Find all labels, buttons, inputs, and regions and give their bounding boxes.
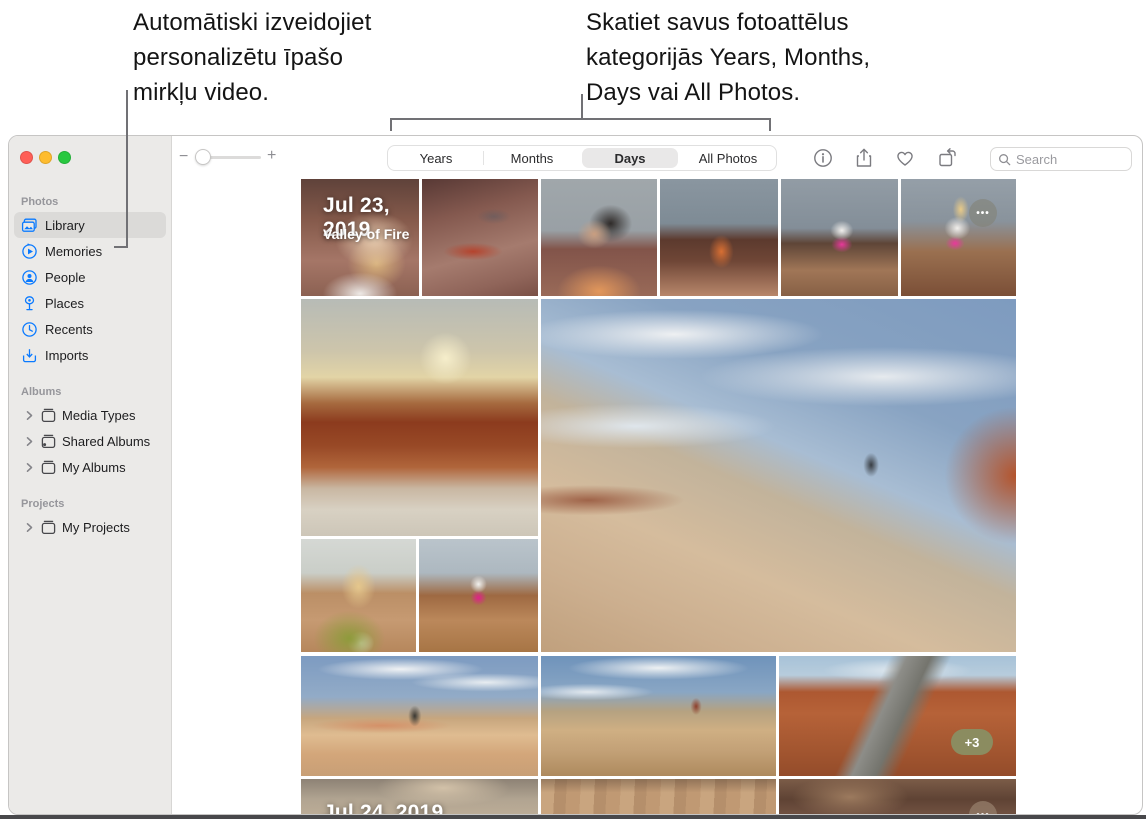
thumbnail-size-slider-knob[interactable] <box>195 149 211 165</box>
sidebar-section-albums: Albums <box>9 382 171 402</box>
sidebar-item-library[interactable]: Library <box>14 212 166 238</box>
views-callout-bracket <box>390 118 771 120</box>
sidebar-item-label: Library <box>45 218 85 233</box>
photo-thumbnail[interactable] <box>301 299 538 536</box>
sidebar-item-recents[interactable]: Recents <box>14 316 166 342</box>
search-icon <box>998 153 1011 166</box>
search-field[interactable] <box>990 147 1132 171</box>
sidebar: Photos Library Memories People <box>9 136 172 814</box>
search-input[interactable] <box>1016 152 1124 167</box>
overflow-count-badge[interactable]: +3 <box>951 729 993 755</box>
photo-thumbnail[interactable] <box>779 656 1016 776</box>
chevron-right-icon[interactable] <box>24 436 35 447</box>
photos-library-icon <box>21 217 38 234</box>
sidebar-item-memories[interactable]: Memories <box>14 238 166 264</box>
memories-icon <box>21 243 38 260</box>
sidebar-item-imports[interactable]: Imports <box>14 342 166 368</box>
sidebar-item-label: Memories <box>45 244 102 259</box>
photo-thumbnail[interactable]: Jul 24, 2019 <box>301 779 538 815</box>
recents-icon <box>21 321 38 338</box>
sidebar-item-label: My Albums <box>62 460 126 475</box>
photo-thumbnail[interactable]: Jul 23, 2019 Valley of Fire <box>301 179 419 296</box>
album-icon <box>40 519 57 536</box>
sidebar-section-projects: Projects <box>9 494 171 514</box>
sidebar-item-label: Places <box>45 296 84 311</box>
sidebar-item-places[interactable]: Places <box>14 290 166 316</box>
zoom-out-label[interactable]: − <box>179 148 188 166</box>
memories-annotation: Automātiski izveidojiet personalizētu īp… <box>133 5 473 110</box>
album-icon <box>40 459 57 476</box>
sidebar-item-my-albums[interactable]: My Albums <box>14 454 166 480</box>
photo-thumbnail[interactable] <box>901 179 1016 296</box>
sidebar-item-media-types[interactable]: Media Types <box>14 402 166 428</box>
places-icon <box>21 295 38 312</box>
day-group-location: Valley of Fire <box>323 226 409 242</box>
photo-thumbnail[interactable] <box>422 179 538 296</box>
photo-thumbnail[interactable] <box>541 299 1016 652</box>
views-callout-bracket-right <box>769 118 771 131</box>
close-button[interactable] <box>20 151 33 164</box>
sidebar-item-shared-albums[interactable]: Shared Albums <box>14 428 166 454</box>
info-icon[interactable] <box>812 147 834 169</box>
chevron-right-icon[interactable] <box>24 462 35 473</box>
sidebar-item-people[interactable]: People <box>14 264 166 290</box>
photo-thumbnail[interactable] <box>541 779 776 815</box>
views-annotation: Skatiet savus fotoattēlus kategorijās Ye… <box>586 5 946 110</box>
day-group-date: Jul 24, 2019 <box>323 801 443 815</box>
photos-app-window: Photos Library Memories People <box>8 135 1143 815</box>
photo-thumbnail[interactable] <box>541 656 776 776</box>
zoom-in-label[interactable]: + <box>267 147 276 165</box>
favorite-icon[interactable] <box>894 147 916 169</box>
photo-thumbnail[interactable] <box>419 539 538 652</box>
more-options-button[interactable]: ••• <box>969 199 997 227</box>
views-callout-bracket-left <box>390 118 392 131</box>
view-segmented-control: Years Months Days All Photos <box>387 145 777 171</box>
screenshot-page: Automātiski izveidojiet personalizētu īp… <box>0 0 1146 819</box>
minimize-button[interactable] <box>39 151 52 164</box>
tab-months[interactable]: Months <box>484 146 580 170</box>
sidebar-item-label: People <box>45 270 85 285</box>
shared-album-icon <box>40 433 57 450</box>
chevron-right-icon[interactable] <box>24 522 35 533</box>
sidebar-item-label: My Projects <box>62 520 130 535</box>
photo-thumbnail[interactable] <box>301 656 538 776</box>
share-icon[interactable] <box>853 147 875 169</box>
sidebar-item-label: Shared Albums <box>62 434 150 449</box>
memories-callout-line <box>126 90 128 248</box>
memories-callout-tick <box>114 246 127 248</box>
tab-days[interactable]: Days <box>582 148 678 168</box>
photo-thumbnail[interactable] <box>541 179 657 296</box>
tab-years[interactable]: Years <box>388 146 484 170</box>
sidebar-item-label: Recents <box>45 322 93 337</box>
zoom-window-button[interactable] <box>58 151 71 164</box>
photo-thumbnail[interactable] <box>660 179 778 296</box>
sidebar-item-my-projects[interactable]: My Projects <box>14 514 166 540</box>
photo-thumbnail[interactable] <box>781 179 898 296</box>
album-icon <box>40 407 57 424</box>
chevron-right-icon[interactable] <box>24 410 35 421</box>
photo-thumbnail[interactable] <box>301 539 416 652</box>
sidebar-item-label: Media Types <box>62 408 135 423</box>
tab-all-photos[interactable]: All Photos <box>680 146 776 170</box>
views-callout-stem <box>581 94 583 119</box>
sidebar-section-photos: Photos <box>9 192 171 212</box>
sidebar-item-label: Imports <box>45 348 88 363</box>
rotate-icon[interactable] <box>936 147 958 169</box>
people-icon <box>21 269 38 286</box>
imports-icon <box>21 347 38 364</box>
window-bottom-edge <box>0 815 1146 819</box>
